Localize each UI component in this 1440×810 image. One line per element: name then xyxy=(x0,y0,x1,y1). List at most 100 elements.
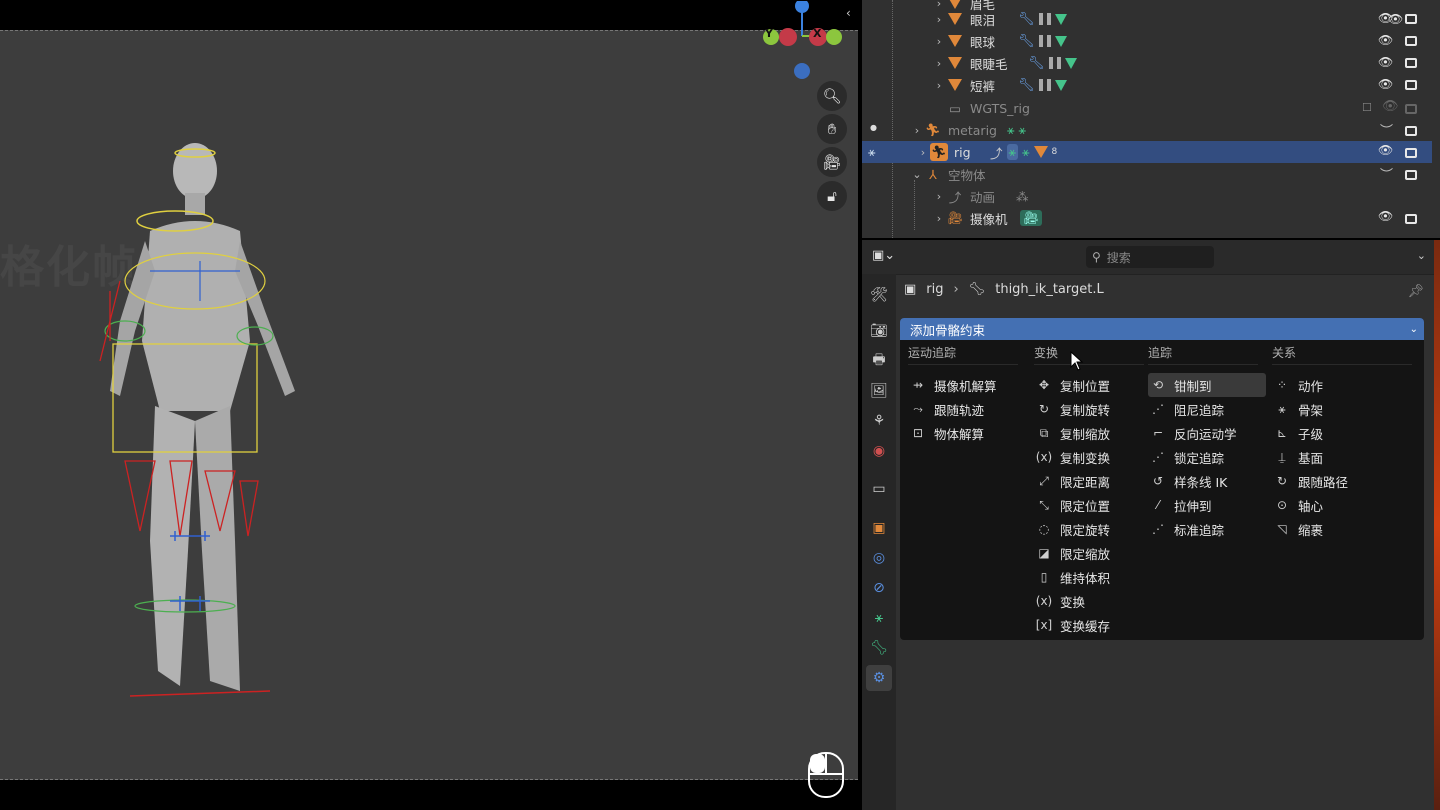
menu-item[interactable]: ⚹ 骨架 xyxy=(1272,397,1390,421)
menu-item[interactable]: ↻ 跟随路径 xyxy=(1272,469,1390,493)
hidden-eye-icon[interactable]: ︶ xyxy=(1380,120,1393,139)
navigation-gizmo[interactable] xyxy=(760,1,850,91)
expand-icon[interactable]: › xyxy=(932,79,946,92)
hidden-eye-icon[interactable]: ︶ xyxy=(1380,164,1393,183)
add-bone-constraint-menu[interactable]: 添加骨骼约束 ⌄ 运动追踪 ⇸ 摄像机解算 ⤳ 跟随轨迹 ⊡ 物体解算 变换 ✥ 复制位… xyxy=(900,318,1424,640)
mesh-data-icon[interactable] xyxy=(1054,13,1067,25)
expand-icon[interactable]: › xyxy=(932,190,946,203)
modifier-wrench-icon[interactable]: 🔧︎ xyxy=(1018,34,1035,49)
menu-item[interactable]: ⤳ 跟随轨迹 xyxy=(908,397,1026,421)
action-icon[interactable]: ⤴ xyxy=(990,143,1003,162)
pin-icon[interactable]: 📌︎ xyxy=(1407,284,1424,299)
camera-render-icon[interactable] xyxy=(1405,169,1417,184)
outliner-row[interactable]: › 眼泪 🔧︎ xyxy=(932,8,1440,30)
keyframe-icon[interactable]: ⁂ xyxy=(1016,189,1029,204)
mesh-data-icon[interactable] xyxy=(1054,35,1067,47)
eye-icon[interactable]: 👁︎ xyxy=(1378,11,1393,26)
menu-item[interactable]: ⌐ 反向运动学 xyxy=(1148,421,1266,445)
menu-item[interactable]: ⊡ 物体解算 xyxy=(908,421,1026,445)
editor-type-icon[interactable]: ▣⌄ xyxy=(872,248,895,263)
particles-icon[interactable] xyxy=(1038,35,1051,47)
expand-icon[interactable]: › xyxy=(910,124,924,137)
particles-icon[interactable] xyxy=(1048,57,1061,69)
menu-item[interactable]: ▯ 维持体积 xyxy=(1034,565,1152,589)
options-chevron-icon[interactable]: ⌄ xyxy=(1417,249,1426,262)
collapse-icon[interactable]: ⌄ xyxy=(910,168,924,181)
menu-item[interactable]: ◹ 缩裹 xyxy=(1272,517,1390,541)
pan-hand-icon[interactable]: ✋︎ xyxy=(817,114,847,144)
menu-item[interactable]: ⊙ 轴心 xyxy=(1272,493,1390,517)
view-layer-tab-icon[interactable]: 🖼︎ xyxy=(866,378,892,404)
camera-render-icon[interactable] xyxy=(1405,103,1417,118)
outliner-row[interactable]: › 短裤 🔧︎ xyxy=(932,74,1440,96)
particles-icon[interactable] xyxy=(1038,13,1051,25)
menu-item[interactable]: ↺ 样条线 IK xyxy=(1148,469,1266,493)
camera-data-icon[interactable]: 🎥︎ xyxy=(1020,210,1042,226)
lock-icon[interactable]: 🔓︎ xyxy=(817,181,847,211)
eye-icon[interactable]: 👁︎ xyxy=(1382,99,1399,114)
outliner-row-selected[interactable]: ⚹ › 🏃︎ rig ⤴ ⚹ ⚹ 8 xyxy=(862,141,1432,163)
menu-item[interactable]: ⋰ 标准追踪 xyxy=(1148,517,1266,541)
menu-item[interactable]: ⤢ 限定距离 xyxy=(1034,469,1152,493)
camera-render-icon[interactable] xyxy=(1405,13,1417,28)
particles-icon[interactable] xyxy=(1038,79,1051,91)
menu-item[interactable]: ◌ 限定旋转 xyxy=(1034,517,1152,541)
object-constraint-tab-icon[interactable]: ⊘ xyxy=(866,575,892,601)
camera-render-icon[interactable] xyxy=(1405,79,1417,94)
armature-data-icon[interactable]: ⚹ xyxy=(1019,122,1027,138)
camera-render-icon[interactable] xyxy=(1405,213,1417,228)
pose-mode-icon[interactable]: ⚹ xyxy=(862,144,916,160)
menu-item[interactable]: [x] 变换缓存 xyxy=(1034,613,1152,637)
mesh-data-icon[interactable] xyxy=(1064,57,1077,69)
menu-item[interactable]: ↻ 复制旋转 xyxy=(1034,397,1152,421)
outliner-row[interactable]: › 🎥︎ 摄像机 🎥︎ xyxy=(932,207,1440,229)
menu-item[interactable]: ⧉ 复制缩放 xyxy=(1034,421,1152,445)
armature-data-tab-icon[interactable]: ⚹ xyxy=(866,605,892,631)
checkbox-icon[interactable]: ☐ xyxy=(1362,101,1372,114)
camera-view-icon[interactable]: 🎥︎ xyxy=(817,147,847,177)
armature-data-icon[interactable]: ⚹ xyxy=(1022,144,1030,160)
menu-item[interactable]: (x) 复制变换 xyxy=(1034,445,1152,469)
expand-icon[interactable]: › xyxy=(932,212,946,225)
menu-item[interactable]: (x) 变换 xyxy=(1034,589,1152,613)
physics-tab-icon[interactable]: ◎ xyxy=(866,545,892,571)
collection-tab-icon[interactable]: ▭ xyxy=(866,476,892,502)
pose-icon[interactable]: ⚹ xyxy=(1006,144,1019,160)
expand-icon[interactable]: › xyxy=(916,146,930,159)
bone-tab-icon[interactable]: 🦴︎ xyxy=(866,635,892,661)
modifier-wrench-icon[interactable]: 🔧︎ xyxy=(1028,56,1045,71)
search-input[interactable]: ⚲ 搜索 xyxy=(1086,246,1214,268)
menu-item[interactable]: ⇸ 摄像机解算 xyxy=(908,373,1026,397)
outliner-row[interactable]: ⌄ ⅄ 空物体 xyxy=(910,163,1440,185)
menu-item[interactable]: ⊾ 子级 xyxy=(1272,421,1390,445)
outliner-row[interactable]: › 🏃︎ metarig ⚹ ⚹ xyxy=(910,119,1440,141)
3d-viewport[interactable]: 格化帧 Y X 🔍︎ ✋︎ 🎥︎ 🔓︎ ‹ xyxy=(0,0,860,810)
world-tab-icon[interactable]: ◉ xyxy=(866,438,892,464)
outliner-panel[interactable]: › 眉毛 › 眼泪 🔧︎ › 眼球 🔧︎ › 眼睫毛 🔧︎ › 短裤 🔧︎ ▭ … xyxy=(862,0,1440,238)
properties-editor[interactable]: ▣⌄ ⚲ 搜索 ⌄ 🛠︎ 📷︎ 🖶 🖼︎ ⚘ ◉ ▭ ▣ ◎ ⊘ ⚹ 🦴︎ ⚙ … xyxy=(862,240,1440,810)
zoom-icon[interactable]: 🔍︎ xyxy=(817,81,847,111)
menu-item[interactable]: ✥ 复制位置 xyxy=(1034,373,1152,397)
expand-icon[interactable]: › xyxy=(932,35,946,48)
viewport-canvas[interactable]: 格化帧 Y X 🔍︎ ✋︎ 🎥︎ 🔓︎ xyxy=(0,1,858,780)
pose-icon[interactable]: ⚹ xyxy=(1007,122,1015,138)
eye-icon[interactable]: 👁︎ xyxy=(1378,33,1393,48)
collapse-arrow-icon[interactable]: ‹ xyxy=(846,6,851,20)
eye-icon[interactable]: 👁︎ xyxy=(1378,209,1393,224)
menu-item[interactable]: ⍊ 基面 xyxy=(1272,445,1390,469)
outliner-row[interactable]: › 眼睫毛 🔧︎ xyxy=(932,52,1440,74)
object-tab-icon[interactable]: ▣ xyxy=(866,515,892,541)
menu-item[interactable]: ⤡ 限定位置 xyxy=(1034,493,1152,517)
menu-item[interactable]: ⋰ 阻尼追踪 xyxy=(1148,397,1266,421)
character-model[interactable] xyxy=(80,141,340,721)
mesh-data-icon[interactable] xyxy=(1054,79,1067,91)
outliner-row[interactable]: › 眼球 🔧︎ xyxy=(932,30,1440,52)
expand-icon[interactable]: › xyxy=(932,57,946,70)
eye-icon[interactable]: 👁︎ xyxy=(1378,143,1393,158)
scene-tab-icon[interactable]: ⚘ xyxy=(866,408,892,434)
menu-item[interactable]: ◪ 限定缩放 xyxy=(1034,541,1152,565)
menu-item[interactable]: ⁘ 动作 xyxy=(1272,373,1390,397)
menu-item-highlighted[interactable]: ⟲ 钳制到 xyxy=(1148,373,1266,397)
eye-icon[interactable]: 👁︎ xyxy=(1378,55,1393,70)
outliner-row[interactable]: › ⤴ 动画 ⁂ xyxy=(932,185,1440,207)
